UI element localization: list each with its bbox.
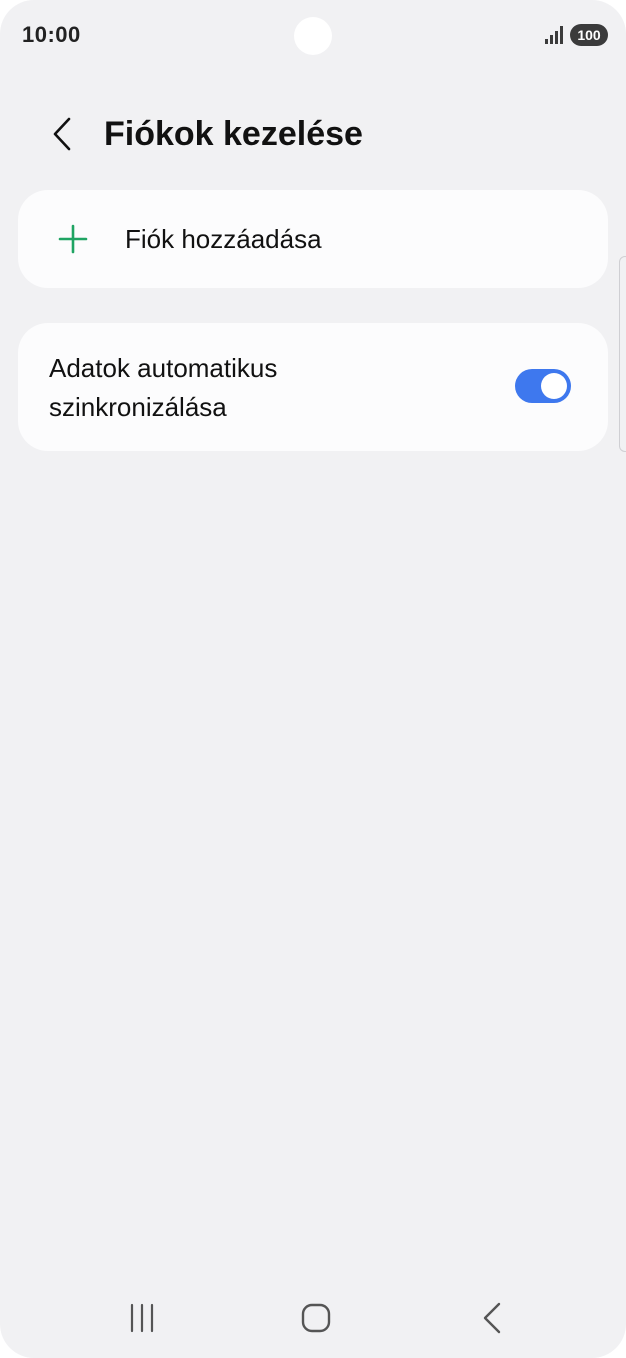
- back-icon: [483, 1302, 501, 1334]
- add-account-label: Fiók hozzáadása: [125, 224, 322, 254]
- front-camera: [294, 17, 332, 55]
- add-account-row[interactable]: Fiók hozzáadása: [18, 190, 608, 288]
- status-time: 10:00: [22, 22, 81, 47]
- toggle-knob: [541, 373, 567, 399]
- recent-apps-icon: [130, 1303, 154, 1333]
- scroll-indicator[interactable]: [619, 256, 626, 452]
- phone-screen: 10:00 100 Fiókok kezelése Fiók hozzáadás…: [0, 0, 626, 1358]
- nav-back-button[interactable]: [462, 1290, 522, 1346]
- home-icon: [301, 1303, 331, 1333]
- back-button[interactable]: [38, 110, 86, 158]
- home-button[interactable]: [286, 1290, 346, 1346]
- auto-sync-row[interactable]: Adatok automatikus szinkronizálása: [18, 323, 608, 451]
- battery-indicator: 100: [570, 24, 608, 46]
- auto-sync-toggle[interactable]: [515, 369, 571, 403]
- page-title: Fiókok kezelése: [104, 115, 363, 153]
- signal-icon: [545, 26, 563, 44]
- recent-apps-button[interactable]: [112, 1290, 172, 1346]
- battery-level: 100: [577, 27, 601, 43]
- back-arrow-icon: [53, 117, 71, 151]
- auto-sync-label: Adatok automatikus szinkronizálása: [49, 353, 278, 422]
- plus-icon: [58, 224, 88, 254]
